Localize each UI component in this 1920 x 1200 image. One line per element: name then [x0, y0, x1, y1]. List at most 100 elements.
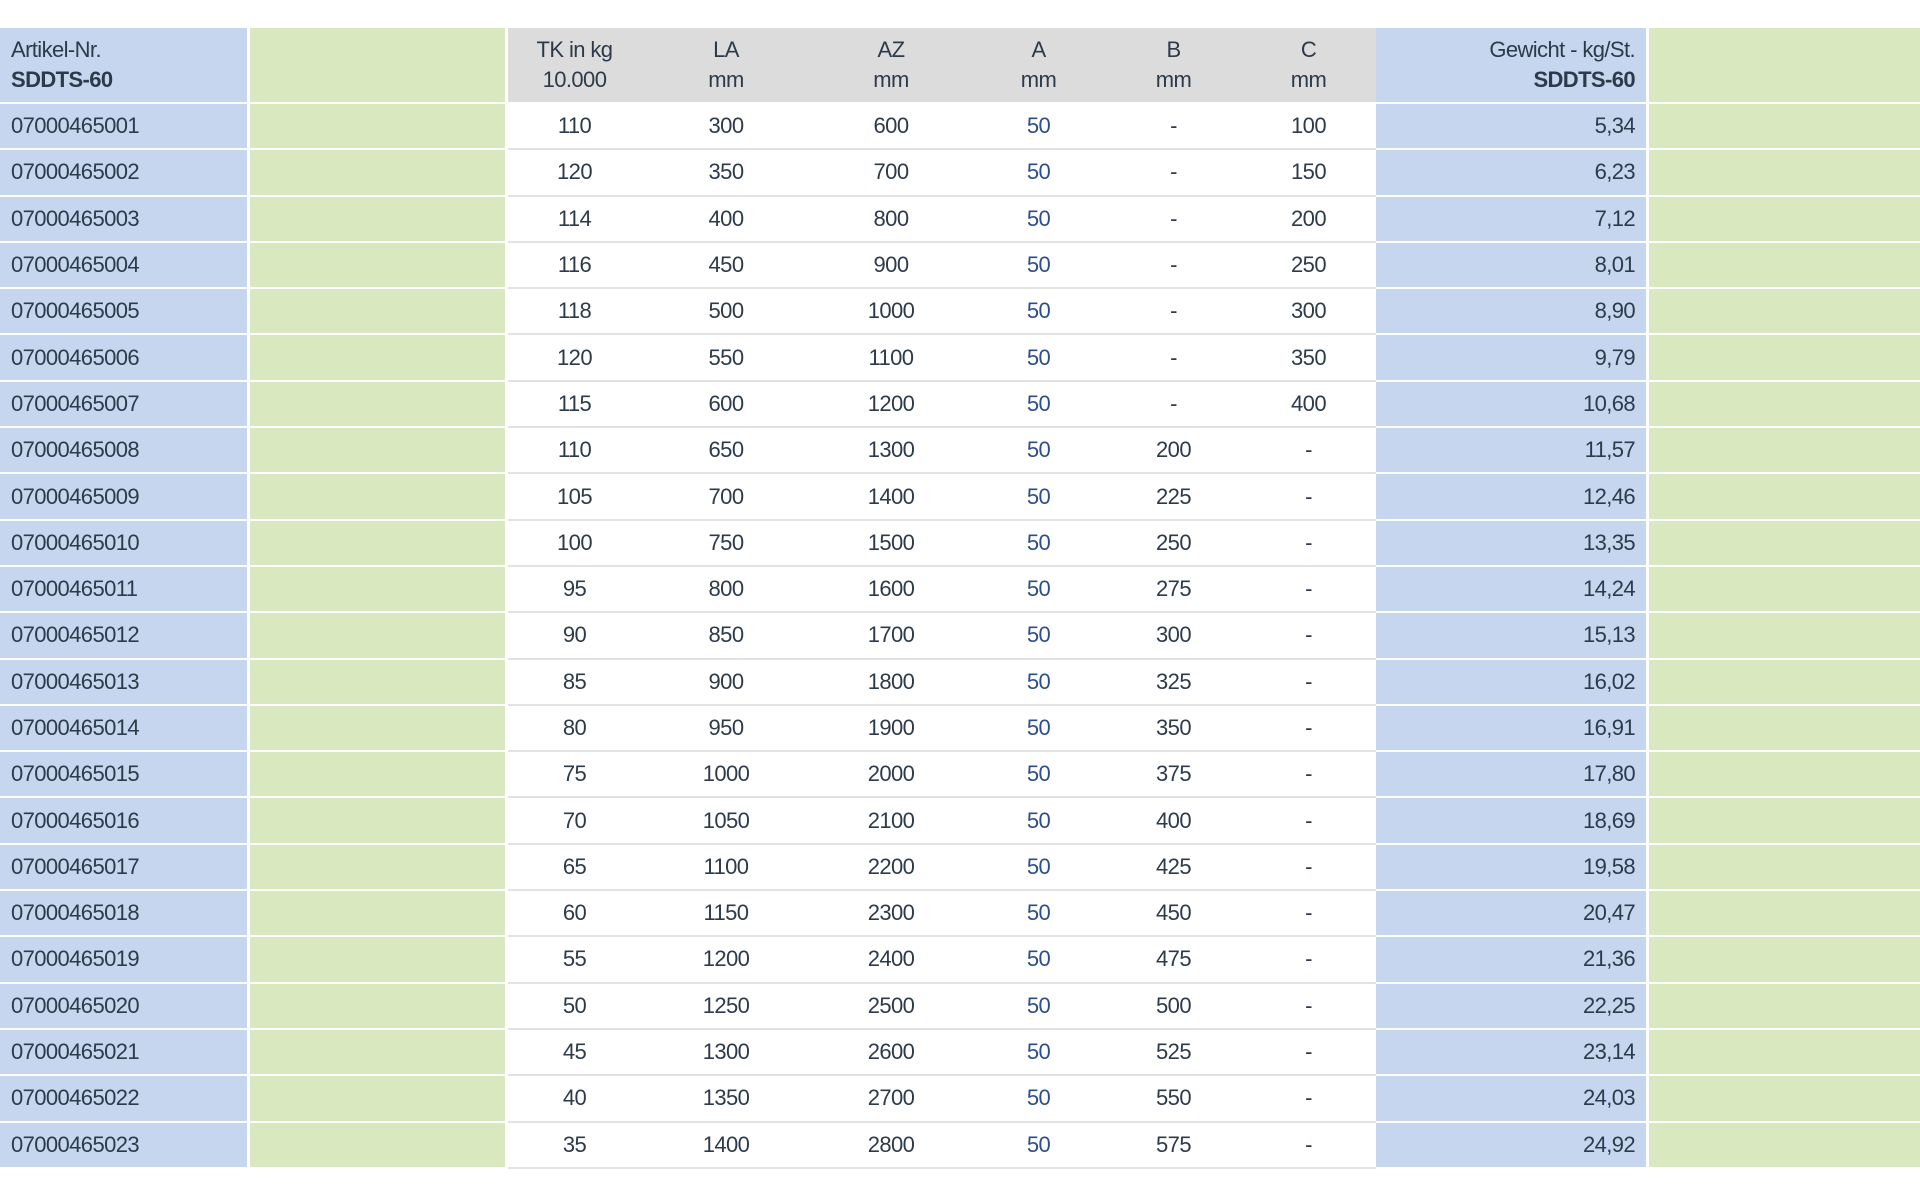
- cell-gewicht: 18,69: [1376, 798, 1646, 843]
- cell-artikel: 07000465005: [0, 289, 250, 334]
- cell-artikel: 07000465011: [0, 566, 250, 612]
- product-table: Artikel-Nr. SDDTS-60 TK in kg 10.000 LA …: [0, 28, 1920, 1169]
- cell-b: 450: [1106, 891, 1241, 938]
- cell-artikel: 07000465006: [0, 335, 250, 380]
- cell-la: 1150: [641, 891, 811, 938]
- cell-la: 1050: [641, 798, 811, 845]
- cell-la: 1000: [641, 752, 811, 799]
- cell-a: 50: [971, 1122, 1106, 1169]
- header-green-column: [250, 28, 508, 102]
- cell-artikel: 07000465019: [0, 937, 250, 982]
- cell-tk: 100: [508, 520, 641, 567]
- header-artikel-sub: SDDTS-60: [11, 67, 113, 92]
- cell-gewicht: 23,14: [1376, 1029, 1646, 1075]
- header-a: A mm: [971, 28, 1106, 102]
- cell-la: 450: [641, 242, 811, 290]
- cell-la: 650: [641, 428, 811, 475]
- cell-green-right: [1646, 520, 1920, 565]
- table-row: 07000465008 110 650 1300 50 200-11,57: [0, 428, 1920, 475]
- cell-az: 2600: [811, 1029, 971, 1077]
- table-row: 07000465023 35 1400 2800 50 575-24,92: [0, 1122, 1920, 1169]
- header-la-label: LA: [713, 37, 739, 62]
- cell-gewicht: 22,25: [1376, 983, 1646, 1028]
- cell-az: 1700: [811, 613, 971, 660]
- cell-la: 1200: [641, 937, 811, 984]
- cell-c: -: [1241, 798, 1376, 845]
- cell-a: 50: [971, 1076, 1106, 1123]
- cell-gewicht: 24,92: [1376, 1122, 1646, 1167]
- cell-b: -: [1106, 381, 1241, 429]
- header-gewicht-label: Gewicht - kg/St.: [1489, 37, 1635, 62]
- cell-green-right: [1646, 983, 1920, 1028]
- cell-artikel: 07000465022: [0, 1076, 250, 1121]
- cell-a: 50: [971, 289, 1106, 336]
- cell-az: 2500: [811, 983, 971, 1030]
- cell-gewicht: 8,90: [1376, 289, 1646, 334]
- cell-a: 50: [971, 844, 1106, 892]
- cell-artikel: 07000465013: [0, 659, 250, 704]
- cell-artikel: 07000465002: [0, 150, 250, 195]
- cell-b: -: [1106, 289, 1241, 336]
- table-row: 07000465021 45 1300 2600 50 525-23,14: [0, 1029, 1920, 1077]
- cell-artikel: 07000465008: [0, 428, 250, 473]
- cell-az: 1400: [811, 474, 971, 521]
- cell-green-right: [1646, 1122, 1920, 1167]
- cell-artikel: 07000465023: [0, 1122, 250, 1167]
- cell-green-right: [1646, 474, 1920, 519]
- table-row: 07000465017 65 1100 2200 50 425-19,58: [0, 844, 1920, 892]
- cell-artikel: 07000465009: [0, 474, 250, 519]
- cell-green: [250, 891, 508, 936]
- cell-az: 900: [811, 242, 971, 290]
- cell-la: 800: [641, 566, 811, 614]
- cell-artikel: 07000465016: [0, 798, 250, 843]
- cell-la: 600: [641, 381, 811, 429]
- cell-gewicht: 12,46: [1376, 474, 1646, 519]
- cell-gewicht: 9,79: [1376, 335, 1646, 380]
- cell-b: -: [1106, 242, 1241, 290]
- cell-artikel: 07000465012: [0, 613, 250, 658]
- table-row: 07000465002 120 350 700 50-150 6,23: [0, 150, 1920, 197]
- cell-artikel: 07000465015: [0, 752, 250, 797]
- cell-a: 50: [971, 752, 1106, 799]
- table-row: 07000465012 90 850 1700 50 300-15,13: [0, 613, 1920, 660]
- table-row: 07000465011 95 800 1600 50 275-14,24: [0, 566, 1920, 614]
- cell-gewicht: 16,91: [1376, 705, 1646, 751]
- cell-green: [250, 798, 508, 843]
- cell-tk: 80: [508, 705, 641, 753]
- cell-artikel: 07000465003: [0, 196, 250, 241]
- cell-tk: 65: [508, 844, 641, 892]
- cell-green-right: [1646, 659, 1920, 704]
- cell-green: [250, 937, 508, 982]
- cell-tk: 110: [508, 428, 641, 475]
- cell-la: 1400: [641, 1122, 811, 1169]
- cell-gewicht: 14,24: [1376, 566, 1646, 612]
- cell-a: 50: [971, 798, 1106, 845]
- cell-tk: 118: [508, 289, 641, 336]
- cell-artikel: 07000465017: [0, 844, 250, 890]
- cell-gewicht: 24,03: [1376, 1076, 1646, 1121]
- cell-az: 2300: [811, 891, 971, 938]
- cell-green-right: [1646, 381, 1920, 427]
- cell-gewicht: 20,47: [1376, 891, 1646, 936]
- cell-a: 50: [971, 381, 1106, 429]
- header-tk-label: TK in kg: [536, 37, 614, 62]
- cell-green: [250, 983, 508, 1028]
- cell-a: 50: [971, 659, 1106, 706]
- cell-az: 700: [811, 150, 971, 197]
- table-row: 07000465015 75 1000 2000 50 375-17,80: [0, 752, 1920, 799]
- cell-green: [250, 150, 508, 195]
- cell-c: -: [1241, 474, 1376, 521]
- table-row: 07000465001 110 300 600 50-100 5,34: [0, 104, 1920, 151]
- cell-green: [250, 613, 508, 658]
- cell-c: -: [1241, 566, 1376, 614]
- cell-c: -: [1241, 705, 1376, 753]
- cell-az: 800: [811, 196, 971, 243]
- cell-gewicht: 21,36: [1376, 937, 1646, 982]
- cell-green-right: [1646, 613, 1920, 658]
- cell-green-right: [1646, 150, 1920, 195]
- cell-c: 100: [1241, 104, 1376, 151]
- cell-a: 50: [971, 983, 1106, 1030]
- cell-artikel: 07000465018: [0, 891, 250, 936]
- header-la: LA mm: [641, 28, 811, 102]
- cell-green: [250, 1122, 508, 1167]
